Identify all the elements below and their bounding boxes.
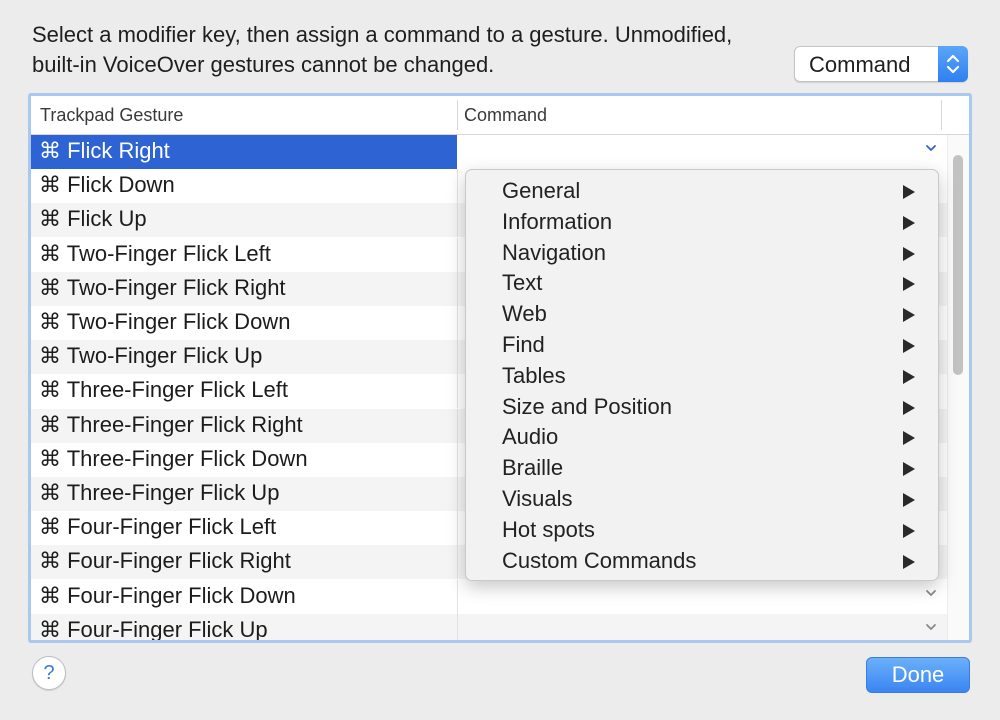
gesture-cell: ⌘ Four-Finger Flick Right bbox=[39, 548, 291, 573]
column-divider bbox=[457, 100, 458, 130]
table-row[interactable]: ⌘ Flick Right bbox=[31, 135, 947, 169]
menu-item[interactable]: Braille bbox=[466, 453, 938, 484]
submenu-arrow-icon bbox=[903, 339, 915, 353]
gesture-cell: ⌘ Flick Right bbox=[39, 138, 170, 163]
chevron-down-icon bbox=[926, 145, 936, 151]
menu-item-label: Tables bbox=[502, 362, 566, 388]
gesture-cell: ⌘ Four-Finger Flick Down bbox=[39, 583, 296, 608]
menu-item[interactable]: Web bbox=[466, 299, 938, 330]
menu-item-label: Hot spots bbox=[502, 516, 595, 542]
modifier-key-select[interactable]: Command bbox=[794, 46, 968, 82]
up-down-arrows-icon[interactable] bbox=[938, 46, 968, 82]
menu-item[interactable]: Hot spots bbox=[466, 515, 938, 546]
menu-item[interactable]: Text bbox=[466, 268, 938, 299]
submenu-arrow-icon bbox=[903, 277, 915, 292]
command-popup-cell[interactable] bbox=[458, 614, 947, 640]
menu-item-label: Audio bbox=[502, 424, 559, 450]
menu-item[interactable]: Audio bbox=[466, 422, 938, 453]
gesture-cell: ⌘ Two-Finger Flick Up bbox=[39, 343, 263, 368]
voiceover-gestures-dialog: Select a modifier key, then assign a com… bbox=[0, 0, 1000, 720]
submenu-arrow-icon bbox=[903, 523, 915, 538]
menu-item-label: Find bbox=[502, 332, 545, 357]
menu-item-label: Custom Commands bbox=[502, 547, 697, 573]
gesture-cell: ⌘ Two-Finger Flick Down bbox=[39, 309, 291, 334]
menu-item[interactable]: Size and Position bbox=[466, 392, 938, 423]
instructions-line-1: Select a modifier key, then assign a com… bbox=[32, 22, 733, 47]
command-popup-cell[interactable] bbox=[458, 135, 947, 169]
menu-item[interactable]: Custom Commands bbox=[466, 546, 938, 577]
submenu-arrow-icon bbox=[903, 369, 915, 384]
table-row[interactable]: ⌘ Four-Finger Flick Up bbox=[31, 614, 947, 642]
scrollbar-thumb[interactable] bbox=[953, 155, 963, 375]
gesture-cell: ⌘ Three-Finger Flick Down bbox=[39, 446, 308, 471]
instructions-line-2: built-in VoiceOver gestures cannot be ch… bbox=[32, 52, 495, 77]
menu-item[interactable]: Find bbox=[466, 330, 938, 361]
submenu-arrow-icon bbox=[903, 400, 915, 415]
gesture-cell: ⌘ Three-Finger Flick Left bbox=[39, 377, 289, 402]
help-button[interactable]: ? bbox=[32, 656, 66, 690]
gesture-cell: ⌘ Four-Finger Flick Up bbox=[39, 617, 268, 642]
submenu-arrow-icon bbox=[903, 493, 915, 507]
gesture-cell: ⌘ Flick Up bbox=[39, 206, 147, 231]
menu-item-label: Text bbox=[502, 270, 543, 296]
gesture-cell: ⌘ Two-Finger Flick Left bbox=[39, 241, 271, 266]
column-header-command[interactable]: Command bbox=[464, 105, 547, 126]
menu-item[interactable]: Tables bbox=[466, 361, 938, 392]
instructions-text: Select a modifier key, then assign a com… bbox=[32, 20, 792, 80]
menu-item-label: Braille bbox=[502, 455, 564, 481]
chevron-down-icon bbox=[926, 590, 936, 596]
menu-item-label: General bbox=[502, 178, 581, 203]
menu-item[interactable]: General bbox=[466, 176, 938, 207]
command-category-menu: General Information Navigation Text Web Find T… bbox=[465, 169, 939, 581]
submenu-arrow-icon bbox=[903, 431, 915, 446]
vertical-scrollbar[interactable] bbox=[947, 135, 969, 640]
menu-item[interactable]: Information bbox=[466, 207, 938, 238]
submenu-arrow-icon bbox=[903, 462, 915, 477]
gesture-cell: ⌘ Three-Finger Flick Right bbox=[39, 412, 303, 437]
command-popup-cell[interactable] bbox=[458, 580, 947, 614]
menu-item-label: Navigation bbox=[502, 239, 606, 265]
gesture-cell: ⌘ Four-Finger Flick Left bbox=[39, 514, 277, 539]
menu-item-label: Size and Position bbox=[502, 393, 672, 419]
menu-item[interactable]: Navigation bbox=[466, 238, 938, 269]
table-header: Trackpad Gesture Command bbox=[31, 96, 969, 135]
submenu-arrow-icon bbox=[903, 215, 915, 230]
modifier-key-value: Command bbox=[809, 52, 911, 77]
table-row[interactable]: ⌘ Four-Finger Flick Down bbox=[31, 580, 947, 614]
column-divider bbox=[941, 100, 942, 130]
submenu-arrow-icon bbox=[903, 185, 915, 199]
gesture-cell: ⌘ Two-Finger Flick Right bbox=[39, 275, 286, 300]
submenu-arrow-icon bbox=[903, 246, 915, 261]
column-header-trackpad-gesture[interactable]: Trackpad Gesture bbox=[40, 105, 183, 126]
gesture-cell: ⌘ Flick Down bbox=[39, 172, 175, 197]
submenu-arrow-icon bbox=[903, 554, 915, 569]
menu-item-label: Web bbox=[502, 301, 547, 327]
done-button[interactable]: Done bbox=[866, 657, 970, 693]
chevron-down-icon bbox=[926, 624, 936, 630]
menu-item[interactable]: Visuals bbox=[466, 484, 938, 515]
menu-item-label: Visuals bbox=[502, 486, 573, 511]
gesture-cell: ⌘ Three-Finger Flick Up bbox=[39, 480, 280, 505]
submenu-arrow-icon bbox=[903, 308, 915, 323]
menu-item-label: Information bbox=[502, 208, 613, 234]
